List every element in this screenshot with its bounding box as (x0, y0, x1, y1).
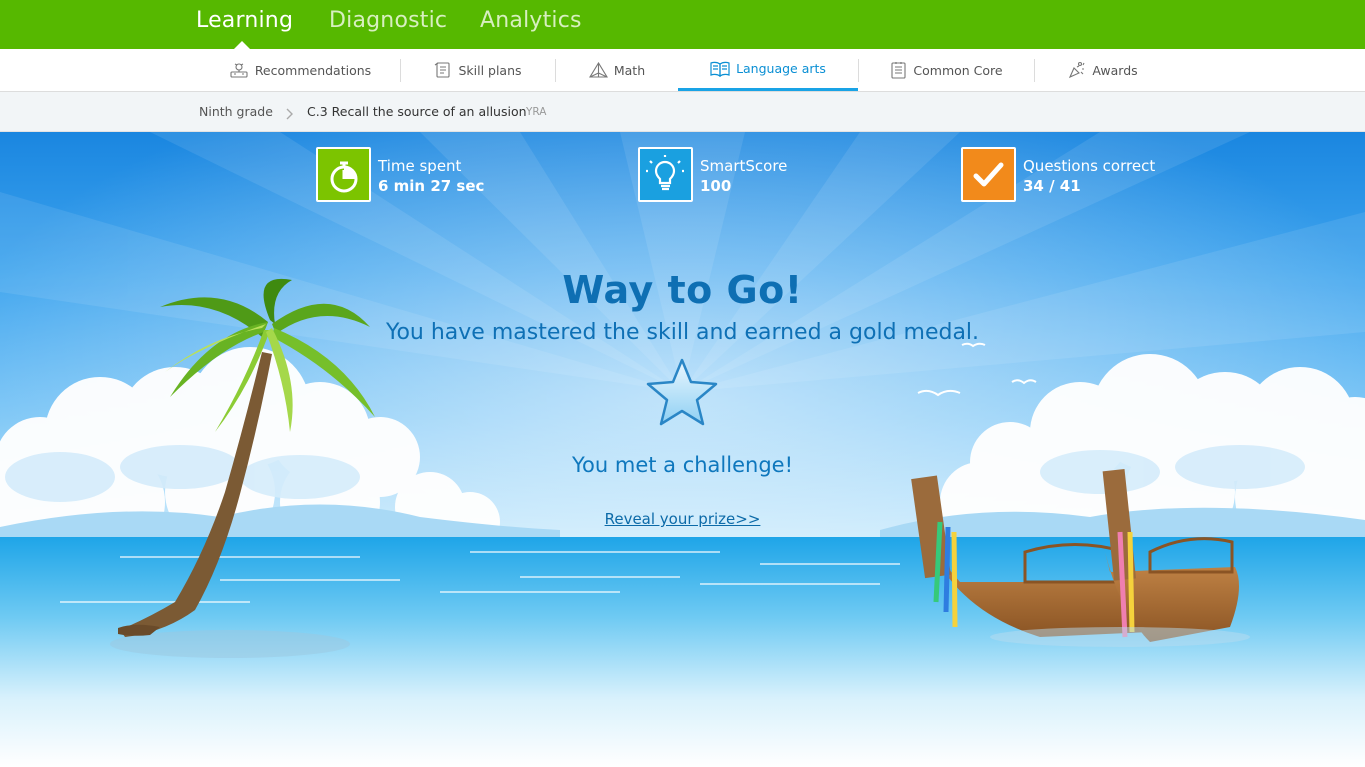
subnav-item-recommendations[interactable]: Recommendations (200, 49, 400, 91)
lightbulb-icon (646, 155, 684, 191)
stat-time-spent: Time spent 6 min 27 sec (316, 147, 496, 203)
subnav-label: Math (613, 62, 646, 78)
skill-code: YRA (526, 106, 547, 118)
tab-diagnostic[interactable]: Diagnostic (329, 8, 447, 33)
stat-label: SmartScore (700, 157, 788, 175)
tab-learning[interactable]: Learning (196, 8, 293, 33)
mastery-scene: Time spent 6 min 27 sec SmartScore 100 Q… (0, 132, 1365, 767)
checkmark-icon (973, 162, 1004, 187)
recommendations-icon (229, 61, 249, 79)
subnav-item-math[interactable]: Math (556, 49, 678, 91)
subnav-item-common-core[interactable]: Common Core (859, 49, 1034, 91)
reveal-prize-link[interactable]: Reveal your prize>> (605, 510, 761, 528)
stat-icon-box (638, 147, 693, 202)
stat-icon-box (316, 147, 371, 202)
stopwatch-icon (330, 161, 358, 193)
prize-row: Reveal your prize>> (0, 510, 1365, 528)
stat-label: Time spent (378, 157, 462, 175)
beach-background-illustration (0, 132, 1365, 767)
stat-value: 34 / 41 (1023, 177, 1081, 195)
subject-navigation: Recommendations Skill plans Math Languag… (0, 49, 1365, 92)
language-arts-book-icon (710, 60, 730, 77)
skill-plans-icon (434, 61, 452, 79)
tab-analytics[interactable]: Analytics (480, 8, 582, 33)
stat-value: 6 min 27 sec (378, 177, 485, 195)
subnav-label: Common Core (913, 62, 1003, 78)
common-core-icon (890, 61, 907, 79)
math-pyramid-icon (588, 61, 608, 79)
active-tab-caret (234, 41, 250, 49)
subnav-label: Awards (1092, 62, 1138, 78)
stat-value: 100 (700, 177, 732, 195)
top-navigation: Learning Diagnostic Analytics (0, 0, 1365, 49)
congrats-subtitle: You have mastered the skill and earned a… (385, 320, 980, 345)
subnav-label: Language arts (736, 61, 826, 76)
breadcrumb: Ninth grade C.3 Recall the source of an … (0, 92, 1365, 132)
chevron-right-icon (284, 105, 294, 124)
subnav-label: Recommendations (254, 62, 372, 78)
stat-icon-box (961, 147, 1016, 202)
challenge-message: You met a challenge! (572, 453, 793, 477)
subnav-item-awards[interactable]: Awards (1035, 49, 1170, 91)
stat-label: Questions correct (1023, 157, 1156, 175)
subnav-item-language-arts[interactable]: Language arts (678, 49, 858, 91)
subnav-label: Skill plans (458, 62, 522, 78)
breadcrumb-grade-link[interactable]: Ninth grade (199, 104, 273, 119)
breadcrumb-skill-name: C.3 Recall the source of an allusion (307, 104, 527, 119)
subnav-item-skill-plans[interactable]: Skill plans (401, 49, 555, 91)
stat-smartscore: SmartScore 100 (638, 147, 818, 203)
stat-questions-correct: Questions correct 34 / 41 (961, 147, 1171, 203)
awards-icon (1067, 61, 1086, 79)
congrats-title: Way to Go! (562, 268, 803, 312)
